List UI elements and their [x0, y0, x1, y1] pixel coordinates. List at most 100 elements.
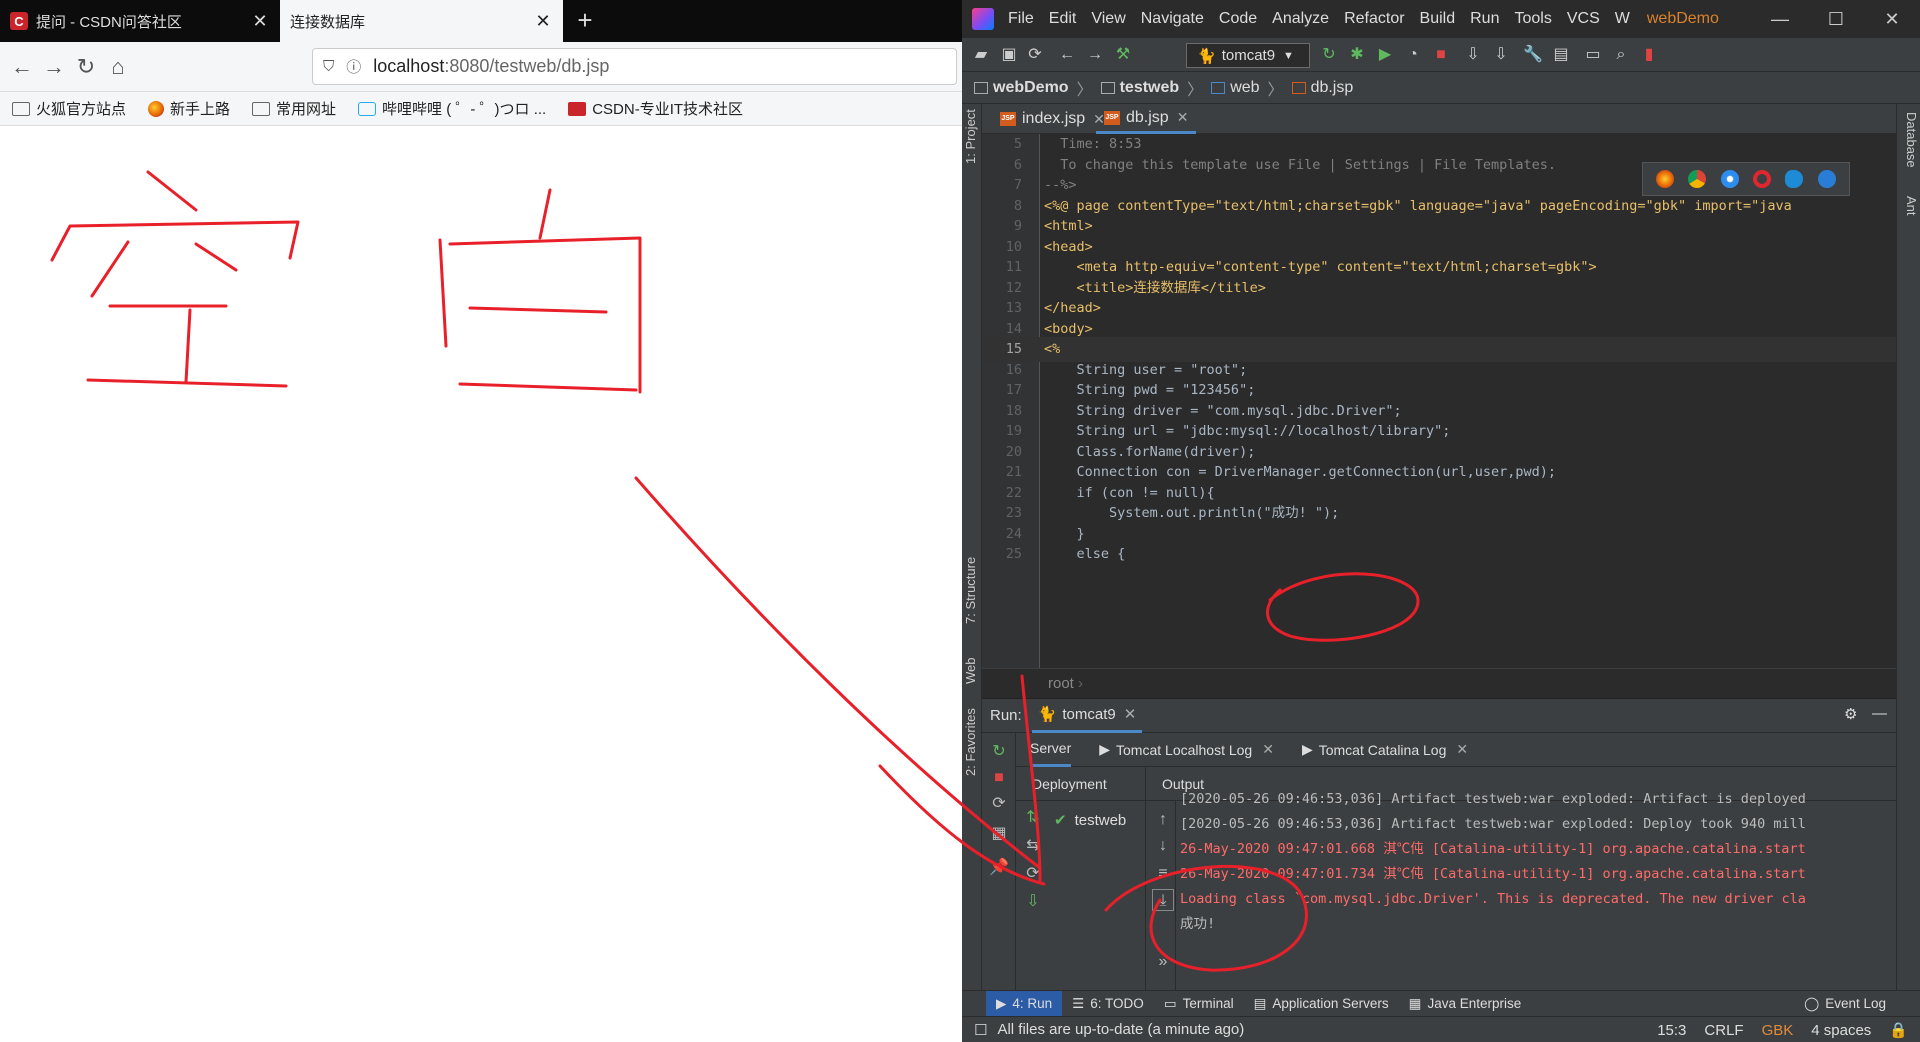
bookmark-item[interactable]: 新手上路	[148, 98, 230, 119]
bookmark-item[interactable]: CSDN-专业IT技术社区	[568, 98, 743, 119]
maximize-icon[interactable]: ☐	[1808, 0, 1864, 38]
opera-icon[interactable]	[1753, 170, 1772, 188]
save-icon[interactable]: ▣	[998, 44, 1020, 66]
back-arrow-icon[interactable]: ←	[6, 51, 38, 83]
run-tab-tomcat9[interactable]: 🐈 tomcat9 ✕	[1031, 699, 1143, 733]
tool-terminal-button[interactable]: ▭ Terminal	[1154, 991, 1244, 1017]
indent-setting[interactable]: 4 spaces	[1811, 1022, 1871, 1039]
chrome-icon[interactable]	[1688, 170, 1707, 188]
cursor-position[interactable]: 15:3	[1657, 1022, 1686, 1039]
refresh-icon[interactable]: ⟳	[1022, 863, 1044, 885]
attach-icon[interactable]: ⇩	[1462, 44, 1484, 66]
menu-navigate[interactable]: Navigate	[1141, 10, 1204, 28]
gear-icon[interactable]: ⚙	[1844, 705, 1857, 723]
console-output[interactable]: [2020-05-26 09:46:53,036] Artifact testw…	[1180, 787, 1894, 937]
build-hammer-icon[interactable]: ⚒	[1112, 44, 1134, 66]
rerun-icon[interactable]: ↻	[988, 741, 1010, 763]
search-icon[interactable]: ⌕	[1610, 44, 1632, 66]
edge-icon[interactable]	[1817, 170, 1836, 188]
close-icon[interactable]: ✕	[1262, 741, 1274, 758]
status-square-icon[interactable]: ☐	[974, 1021, 987, 1039]
menu-vcs[interactable]: VCS	[1567, 10, 1600, 28]
menu-refactor[interactable]: Refactor	[1344, 10, 1404, 28]
tool-app-servers-button[interactable]: ▤ Application Servers	[1244, 991, 1399, 1017]
terminal-icon[interactable]: ▭	[1582, 44, 1604, 66]
tab-catalina-log[interactable]: ▶ Tomcat Catalina Log ✕	[1302, 733, 1468, 767]
browser-tab-csdn[interactable]: C 提问 - CSDN问答社区 ✕	[0, 0, 280, 42]
new-tab-button[interactable]: +	[570, 6, 600, 36]
info-icon[interactable]: ⓘ	[346, 56, 361, 77]
bookmark-item[interactable]: 哔哩哔哩 ( ゜- ゜)つロ ...	[358, 98, 546, 119]
database-tool-tab[interactable]: Database	[1904, 112, 1919, 168]
structure-tool-tab[interactable]: 7: Structure	[963, 557, 978, 624]
tab-db-jsp[interactable]: JSP db.jsp ✕	[1096, 104, 1197, 134]
close-window-icon[interactable]: ✕	[1864, 0, 1920, 38]
breadcrumb-item[interactable]: db.jsp	[1291, 79, 1353, 97]
rerun-icon[interactable]: ↻	[1318, 44, 1340, 66]
event-log-button[interactable]: ◯ Event Log	[1794, 991, 1896, 1017]
run-config-select[interactable]: 🐈 tomcat9 ▼	[1186, 43, 1310, 68]
reload-icon[interactable]: ↻	[70, 51, 102, 83]
scroll-down-icon[interactable]: ↓	[1152, 835, 1174, 857]
deploy-icon[interactable]: ⇩	[1022, 891, 1044, 913]
browser-tab-db[interactable]: 连接数据库 ✕	[280, 0, 563, 42]
firefox-icon[interactable]	[1656, 170, 1675, 188]
breadcrumb-item[interactable]: webDemo 〉	[974, 76, 1093, 100]
profile-icon[interactable]: ◔	[1402, 44, 1424, 66]
shield-icon[interactable]: ⛉	[323, 58, 334, 75]
undeploy-icon[interactable]: ⇆	[1022, 835, 1044, 857]
bookmark-item[interactable]: 常用网址	[252, 98, 336, 119]
url-bar[interactable]: ⛉ ⓘ localhost:8080/testweb/db.jsp	[312, 48, 957, 85]
update-icon[interactable]: ⟳	[988, 793, 1010, 815]
device-icon[interactable]: ▮	[1638, 44, 1660, 66]
menu-view[interactable]: View	[1091, 10, 1125, 28]
back-arrow-icon[interactable]: ←	[1056, 44, 1078, 66]
tab-server[interactable]: Server	[1030, 733, 1072, 767]
code-editor[interactable]: 5 Time: 8:53 6 To change this template us…	[982, 134, 1896, 668]
home-icon[interactable]: ⌂	[102, 51, 134, 83]
line-separator[interactable]: CRLF	[1704, 1022, 1743, 1039]
menu-tools[interactable]: Tools	[1514, 10, 1551, 28]
sync-icon[interactable]: ⟳	[1024, 44, 1046, 66]
breadcrumb-item[interactable]: testweb 〉	[1100, 76, 1203, 100]
stop-icon[interactable]: ■	[1430, 44, 1452, 66]
tool-run-button[interactable]: ▶ 4: Run	[986, 990, 1063, 1017]
ant-tool-tab[interactable]: Ant	[1904, 196, 1919, 216]
menu-window[interactable]: W	[1615, 10, 1630, 28]
menu-analyze[interactable]: Analyze	[1272, 10, 1329, 28]
minimize-panel-icon[interactable]: —	[1872, 705, 1887, 722]
soft-wrap-icon[interactable]: ≡	[1152, 863, 1174, 885]
close-icon[interactable]: ✕	[1177, 109, 1189, 126]
pin-icon[interactable]: 📌	[988, 857, 1010, 879]
project-tool-tab[interactable]: 1: Project	[963, 109, 978, 164]
open-folder-icon[interactable]: ▰	[970, 44, 992, 66]
layout-icon[interactable]: ▦	[988, 823, 1010, 845]
tab-index-jsp[interactable]: JSP index.jsp ✕	[992, 104, 1113, 134]
breadcrumb-item[interactable]: web 〉	[1211, 76, 1284, 100]
lock-icon[interactable]: 🔒	[1889, 1021, 1908, 1039]
deploy-icon[interactable]: ⇩	[1490, 44, 1512, 66]
project-structure-icon[interactable]: ▤	[1550, 44, 1572, 66]
deployment-item[interactable]: ✔ testweb	[1054, 811, 1126, 830]
more-icon[interactable]: »	[1152, 951, 1174, 973]
close-icon[interactable]: ✕	[533, 11, 553, 32]
code-line[interactable]: 25 else {	[982, 542, 1896, 567]
web-tool-tab[interactable]: Web	[963, 658, 978, 685]
tab-localhost-log[interactable]: ▶ Tomcat Localhost Log ✕	[1099, 733, 1274, 767]
close-icon[interactable]: ✕	[250, 11, 270, 32]
menu-run[interactable]: Run	[1470, 10, 1499, 28]
forward-arrow-icon[interactable]: →	[1084, 44, 1106, 66]
menu-code[interactable]: Code	[1219, 10, 1257, 28]
minimize-icon[interactable]: —	[1752, 0, 1808, 38]
menu-build[interactable]: Build	[1420, 10, 1456, 28]
stop-icon[interactable]: ■	[988, 767, 1010, 789]
scroll-up-icon[interactable]: ↑	[1152, 809, 1174, 831]
close-icon[interactable]: ✕	[1124, 705, 1137, 723]
menu-edit[interactable]: Edit	[1049, 10, 1077, 28]
safari-icon[interactable]	[1720, 170, 1739, 188]
deploy-all-icon[interactable]: ⇅	[1022, 807, 1044, 829]
tool-todo-button[interactable]: ☰ 6: TODO	[1062, 991, 1154, 1017]
ie-icon[interactable]	[1785, 170, 1804, 188]
menu-file[interactable]: File	[1008, 10, 1034, 28]
close-icon[interactable]: ✕	[1456, 741, 1468, 758]
